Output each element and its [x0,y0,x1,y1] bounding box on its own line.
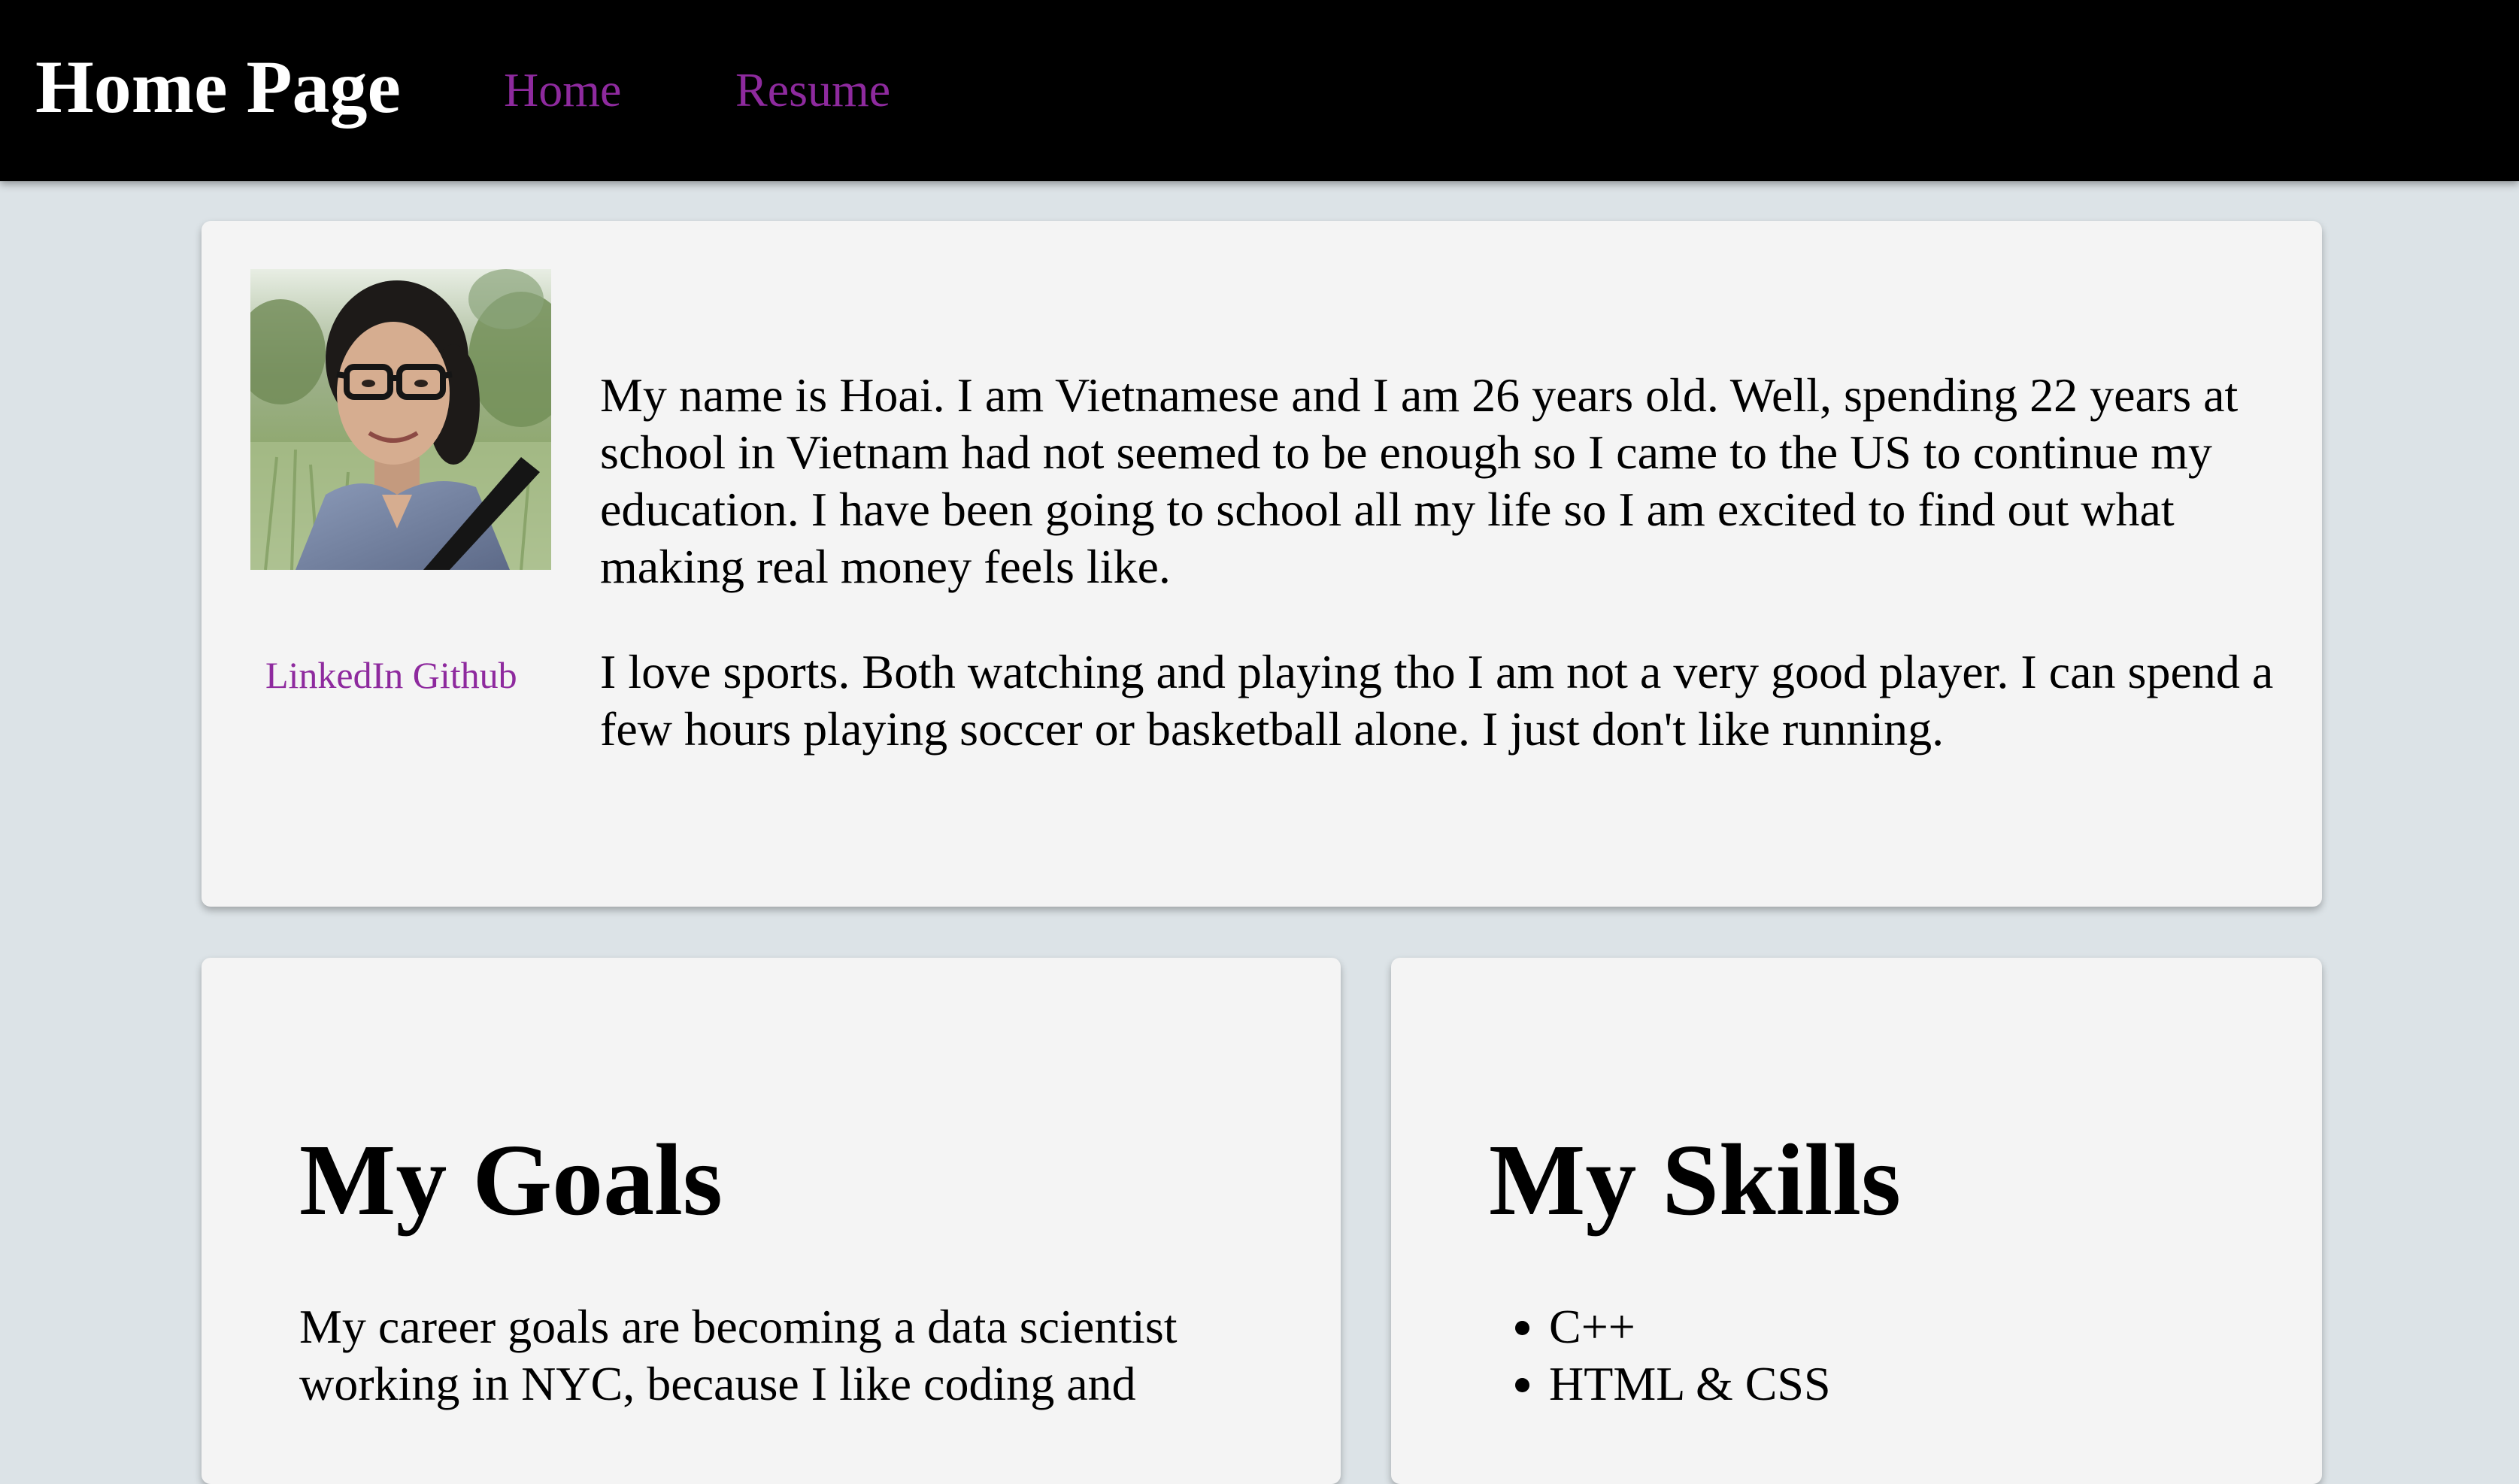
brand-title: Home Page [35,45,401,129]
skills-card: My Skills C++ HTML & CSS [1391,958,2322,1484]
skill-item: HTML & CSS [1549,1355,1831,1413]
intro-text: My name is Hoai. I am Vietnamese and I a… [600,367,2284,806]
github-link[interactable]: Github [413,654,517,696]
intro-paragraph-about: My name is Hoai. I am Vietnamese and I a… [600,368,2239,593]
nav-link-home[interactable]: Home [504,62,621,120]
top-navbar: Home Page Home Resume [0,0,2519,181]
social-links: LinkedIn Github [265,653,517,698]
linkedin-link[interactable]: LinkedIn [265,654,403,696]
profile-photo [250,269,551,570]
goals-title: My Goals [299,1124,723,1237]
skill-item: C++ [1549,1298,1831,1355]
intro-card: LinkedIn Github My name is Hoai. I am Vi… [202,221,2322,907]
intro-paragraph-sports: I love sports. Both watching and playing… [600,645,2274,756]
skills-title: My Skills [1489,1124,1901,1237]
goals-text: My career goals are becoming a data scie… [299,1300,1178,1410]
goals-card: My Goals My career goals are becoming a … [202,958,1341,1484]
nav-link-resume[interactable]: Resume [735,62,890,120]
skills-list: C++ HTML & CSS [1489,1298,1831,1413]
